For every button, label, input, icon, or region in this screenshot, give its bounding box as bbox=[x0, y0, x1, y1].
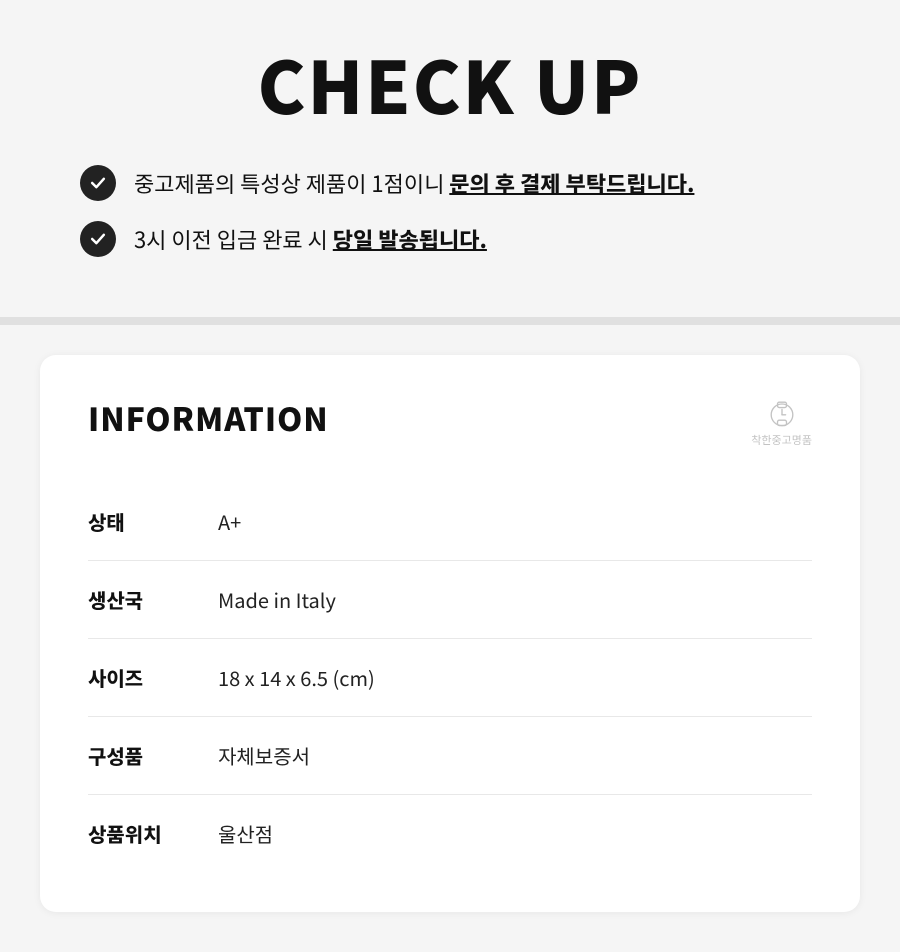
row-label-4: 상품위치 bbox=[88, 795, 218, 873]
check-icon-2 bbox=[80, 221, 116, 257]
watch-icon bbox=[764, 395, 800, 431]
page-title: CHECK UP bbox=[60, 20, 840, 165]
table-row: 상품위치 울산점 bbox=[88, 795, 812, 873]
brand-name-text: 착한중고명품 bbox=[751, 433, 812, 447]
info-table: 상태 A+ 생산국 Made in Italy 사이즈 18 x 14 x 6.… bbox=[88, 483, 812, 872]
row-label-3: 구성품 bbox=[88, 717, 218, 795]
table-row: 구성품 자체보증서 bbox=[88, 717, 812, 795]
check-item-2-text: 3시 이전 입금 완료 시 당일 발송됩니다. bbox=[134, 224, 487, 255]
check-item-1-text: 중고제품의 특성상 제품이 1점이니 문의 후 결제 부탁드립니다. bbox=[134, 168, 694, 199]
info-title: INFORMATION bbox=[88, 395, 329, 441]
row-value-2: 18 x 14 x 6.5 (cm) bbox=[218, 639, 812, 717]
row-label-2: 사이즈 bbox=[88, 639, 218, 717]
check-items-list: 중고제품의 특성상 제품이 1점이니 문의 후 결제 부탁드립니다. 3시 이전… bbox=[60, 165, 840, 257]
check-item-1: 중고제품의 특성상 제품이 1점이니 문의 후 결제 부탁드립니다. bbox=[80, 165, 820, 201]
info-section: INFORMATION 착한중고명품 상태 A+ 생산국 Made in Ita… bbox=[0, 355, 900, 952]
table-row: 상태 A+ bbox=[88, 483, 812, 561]
row-value-4: 울산점 bbox=[218, 795, 812, 873]
row-label-0: 상태 bbox=[88, 483, 218, 561]
row-value-3: 자체보증서 bbox=[218, 717, 812, 795]
brand-watermark: 착한중고명품 bbox=[751, 395, 812, 447]
check-item-2: 3시 이전 입금 완료 시 당일 발송됩니다. bbox=[80, 221, 820, 257]
check-icon-1 bbox=[80, 165, 116, 201]
check-item-1-highlight: 문의 후 결제 부탁드립니다. bbox=[449, 167, 694, 199]
info-header: INFORMATION 착한중고명품 bbox=[88, 395, 812, 447]
table-row: 생산국 Made in Italy bbox=[88, 561, 812, 639]
row-label-1: 생산국 bbox=[88, 561, 218, 639]
row-value-0: A+ bbox=[218, 483, 812, 561]
info-card: INFORMATION 착한중고명품 상태 A+ 생산국 Made in Ita… bbox=[40, 355, 860, 912]
row-value-1: Made in Italy bbox=[218, 561, 812, 639]
top-section: CHECK UP 중고제품의 특성상 제품이 1점이니 문의 후 결제 부탁드립… bbox=[0, 0, 900, 287]
table-row: 사이즈 18 x 14 x 6.5 (cm) bbox=[88, 639, 812, 717]
section-divider bbox=[0, 317, 900, 325]
check-item-2-highlight: 당일 발송됩니다. bbox=[333, 223, 487, 255]
